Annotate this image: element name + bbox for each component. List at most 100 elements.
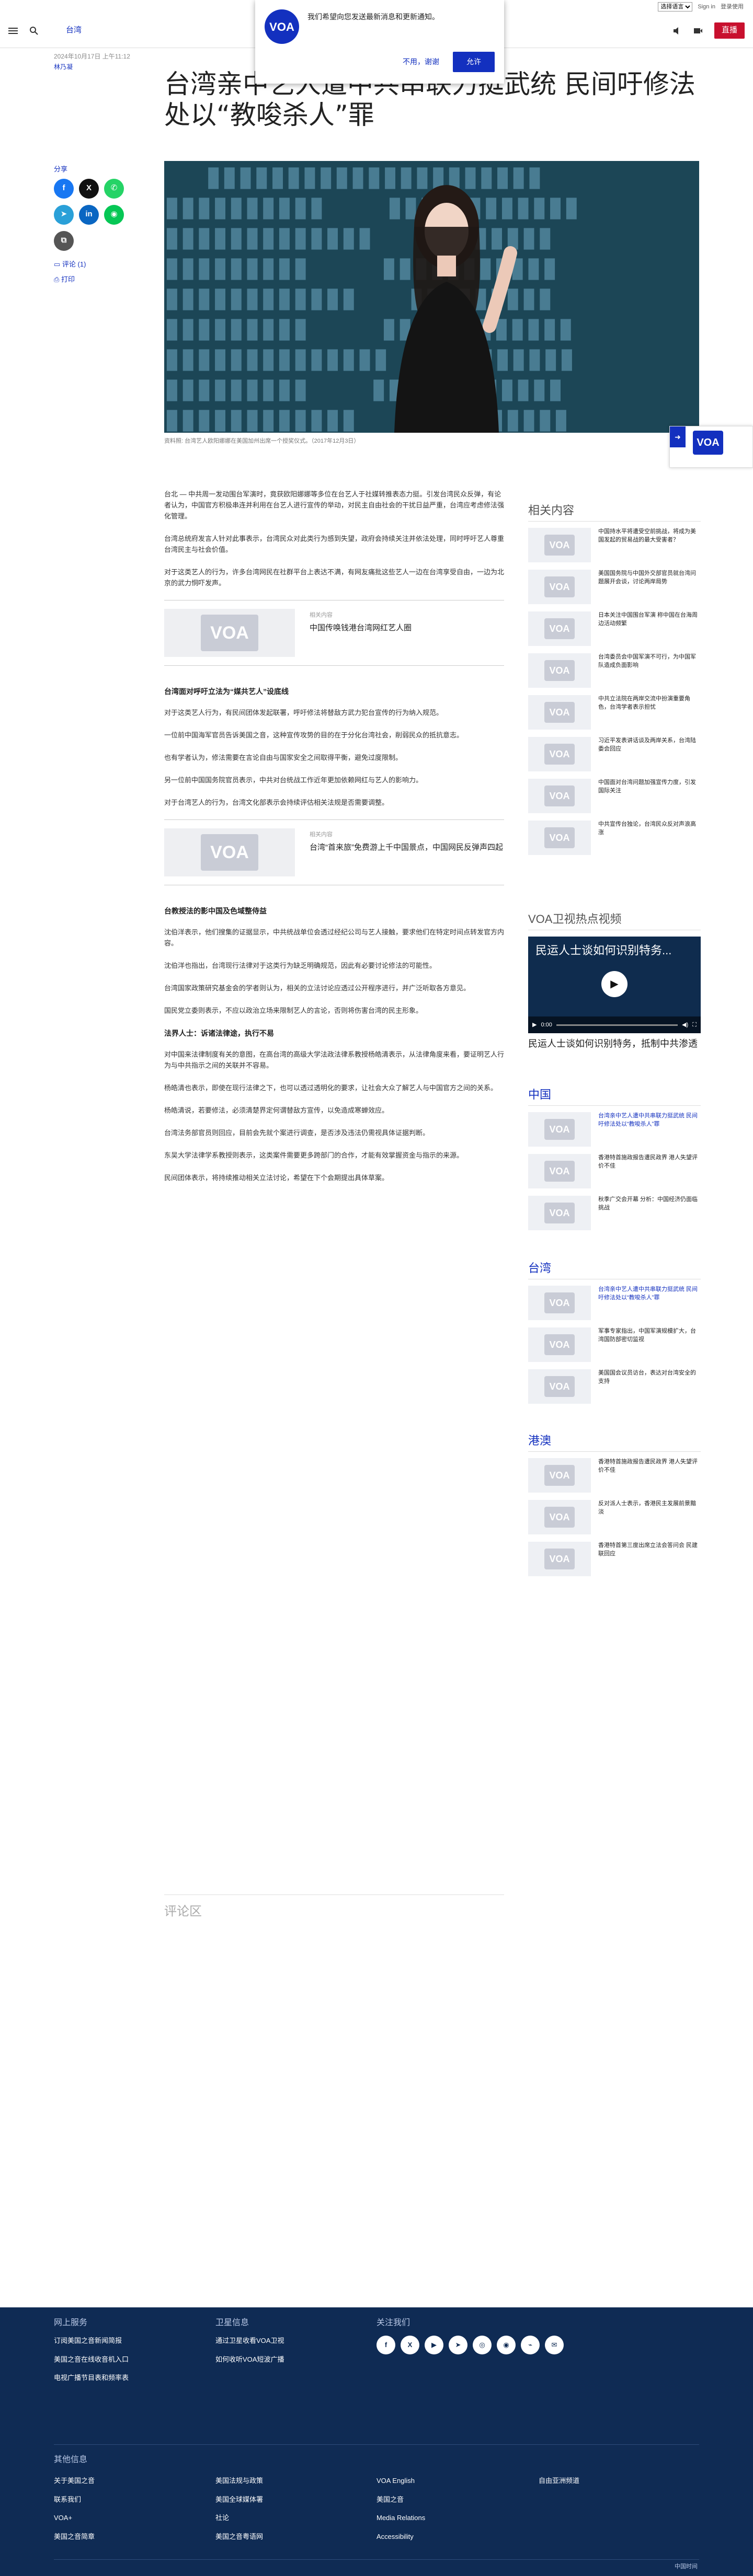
x-icon[interactable]: X [401,2336,419,2354]
line-icon[interactable]: ◉ [104,204,124,225]
video-player[interactable]: 民运人士谈如何识别特务... ▶ ▶ 0:00 ◀) ⛶ [528,937,701,1033]
copy-link-icon[interactable]: ⧉ [54,230,74,251]
item-title[interactable]: 台湾委员会中国军演不可行，为中国军队造成负面影响 [598,653,701,670]
section-link-taiwan[interactable]: 台湾 [66,25,82,37]
sidebar-heading[interactable]: 中国 [528,1086,701,1106]
live-button[interactable]: 直播 [714,22,745,39]
facebook-icon[interactable]: f [54,178,74,199]
youtube-icon[interactable]: ▶ [425,2336,443,2354]
instagram-icon[interactable]: ◎ [473,2336,492,2354]
related-title[interactable]: 台湾“首来旅”免费游上千中国景点，中国网民反弹声四起 [310,842,503,853]
item-title[interactable]: 中共宣传台独论，台湾民众反对声浪高涨 [598,821,701,837]
footer-link[interactable]: Accessibility [376,2532,425,2542]
telegram-icon[interactable]: ➤ [449,2336,467,2354]
article-meta: 2024年10月17日 上午11:12 林乃凝 [54,51,130,73]
related-card[interactable]: VOA 相关内容 台湾“首来旅”免费游上千中国景点，中国网民反弹声四起 [164,819,504,886]
sidebar-list-item[interactable]: VOA 中共宣传台独论，台湾民众反对声浪高涨 [528,821,701,855]
footer-link[interactable]: 社论 [215,2513,263,2523]
item-title[interactable]: 反对派人士表示，香港民主发展前景黯淡 [598,1500,701,1517]
sidebar-list-item[interactable]: VOA 台湾委员会中国军演不可行，为中国军队造成负面影响 [528,653,701,688]
item-title[interactable]: 秋季广交会开幕 分析：中国经济仍面临挑战 [598,1196,701,1212]
item-title[interactable]: 台湾亲中艺人遭中共串联力挺武统 民间吁修法处以“教唆杀人”罪 [598,1286,701,1302]
footer-link[interactable]: 通过卫星收看VOA卫视 [215,2336,284,2346]
sidebar-list-item[interactable]: VOA 军事专家指出，中国军演规模扩大，台湾国防部密切监视 [528,1327,701,1362]
footer-link[interactable]: 美国之音粤语网 [215,2532,263,2542]
item-title[interactable]: 香港特首第三度出席立法会答问会 民建联回应 [598,1542,701,1558]
floating-tab[interactable]: ➜ VOA [669,426,753,468]
audio-icon[interactable] [672,26,682,36]
sidebar-list-item[interactable]: VOA 中国持水平将遭受空前挑战，将成为美国发起的贸易战的最大受害者？ [528,528,701,562]
sidebar-list-item[interactable]: VOA 美国国务院与中国外交部官员就台湾问题展开会谈，讨论两岸局势 [528,570,701,604]
progress-bar[interactable] [556,1024,678,1026]
podcast-icon[interactable]: ◉ [497,2336,516,2354]
language-select[interactable]: 选择语言 [658,2,693,11]
video-icon[interactable] [693,26,703,36]
search-icon[interactable] [29,26,39,36]
footer-link[interactable]: 美国法规与政策 [215,2476,263,2486]
subheading: 台教授法的影中国及色域整侍益 [164,907,267,916]
sidebar-list-item[interactable]: VOA 香港特首施政报告遭民政界 港人失望评价不佳 [528,1458,701,1493]
item-title[interactable]: 香港特首施政报告遭民政界 港人失望评价不佳 [598,1154,701,1171]
item-title[interactable]: 中国持水平将遭受空前挑战，将成为美国发起的贸易战的最大受害者？ [598,528,701,545]
profile-link[interactable]: 登录使用 [721,3,744,11]
item-title[interactable]: 台湾亲中艺人遭中共串联力挺武统 民间吁修法处以“教唆杀人”罪 [598,1112,701,1129]
related-title[interactable]: 中国传唤钱港台湾网红艺人圈 [310,622,412,633]
whatsapp-icon[interactable]: ✆ [104,178,124,199]
sidebar-list-item[interactable]: VOA 秋季广交会开幕 分析：中国经济仍面临挑战 [528,1196,701,1230]
play-icon[interactable]: ▶ [601,971,628,997]
footer-link[interactable]: 电视广播节目表和频率表 [54,2373,129,2383]
footer-link[interactable]: 联系我们 [54,2494,95,2505]
footer-link[interactable]: VOA+ [54,2513,95,2523]
rss-icon[interactable]: ⌁ [521,2336,540,2354]
email-icon[interactable]: ✉ [545,2336,564,2354]
sidebar-list-item[interactable]: VOA 中共立法院在两岸交流中扮演重要角色，台湾学者表示担忧 [528,695,701,730]
related-card[interactable]: VOA 相关内容 中国传唤钱港台湾网红艺人圈 [164,600,504,666]
footer-link[interactable]: 美国之音 [376,2494,425,2505]
sidebar-list-item[interactable]: VOA 日本关注中国围台军演 称中国在台海周边活动频繁 [528,611,701,646]
sidebar-list-item[interactable]: VOA 台湾亲中艺人遭中共串联力挺武统 民间吁修法处以“教唆杀人”罪 [528,1112,701,1147]
footer-link[interactable]: 订阅美国之音新闻简报 [54,2336,129,2346]
item-title[interactable]: 军事专家指出，中国军演规模扩大，台湾国防部密切监视 [598,1327,701,1344]
sidebar-heading[interactable]: 台湾 [528,1260,701,1279]
footer-link[interactable]: 自由亚洲频道 [539,2476,579,2486]
allow-button[interactable]: 允许 [453,52,495,72]
print-link[interactable]: ⎙ 打印 [54,274,143,285]
sidebar-list-item[interactable]: VOA 习近平发表讲话谈及两岸关系，台湾陆委会回应 [528,737,701,771]
item-title[interactable]: 香港特首施政报告遭民政界 港人失望评价不佳 [598,1458,701,1475]
telegram-icon[interactable]: ➤ [54,204,74,225]
arrow-right-icon[interactable]: ➜ [670,426,686,447]
item-thumbnail: VOA [528,1542,591,1576]
x-icon[interactable]: X [79,178,99,199]
item-title[interactable]: 美国国务院与中国外交部官员就台湾问题展开会谈，讨论两岸局势 [598,570,701,586]
item-title[interactable]: 日本关注中国围台军演 称中国在台海周边活动频繁 [598,611,701,628]
item-title[interactable]: 习近平发表讲话谈及两岸关系，台湾陆委会回应 [598,737,701,754]
signin-link[interactable]: Sign in [698,3,715,11]
item-title[interactable]: 美国国会议员访台，表达对台湾安全的支持 [598,1369,701,1386]
item-title[interactable]: 中共立法院在两岸交流中扮演重要角色，台湾学者表示担忧 [598,695,701,712]
sidebar-list-item[interactable]: VOA 美国国会议员访台，表达对台湾安全的支持 [528,1369,701,1404]
footer-link[interactable]: 美国之音在线收音机入口 [54,2354,129,2365]
footer-link[interactable]: VOA English [376,2476,425,2486]
footer-link[interactable]: 美国之音简章 [54,2532,95,2542]
author-link[interactable]: 林乃凝 [54,62,130,72]
video-caption[interactable]: 民运人士谈如何识别特务，抵制中共渗透 [528,1037,701,1050]
footer-link[interactable]: Media Relations [376,2513,425,2523]
footer-link[interactable]: 如何收听VOA短波广播 [215,2354,284,2365]
sidebar-heading[interactable]: 港澳 [528,1432,701,1452]
sidebar-list-item[interactable]: VOA 香港特首第三度出席立法会答问会 民建联回应 [528,1542,701,1576]
decline-button[interactable]: 不用，谢谢 [396,52,446,72]
item-title[interactable]: 中国面对台湾问题加强宣传力度，引发国际关注 [598,779,701,795]
sidebar-list-item[interactable]: VOA 反对派人士表示，香港民主发展前景黯淡 [528,1500,701,1534]
facebook-icon[interactable]: f [376,2336,395,2354]
linkedin-icon[interactable]: in [79,204,99,225]
sidebar-list-item[interactable]: VOA 中国面对台湾问题加强宣传力度，引发国际关注 [528,779,701,813]
comments-link[interactable]: ▭ 评论 (1) [54,259,143,270]
volume-icon[interactable]: ◀) [682,1021,688,1030]
footer-link[interactable]: 美国全球媒体署 [215,2494,263,2505]
play-small-icon[interactable]: ▶ [532,1021,537,1030]
footer-link[interactable]: 关于美国之音 [54,2476,95,2486]
sidebar-list-item[interactable]: VOA 香港特首施政报告遭民政界 港人失望评价不佳 [528,1154,701,1188]
fullscreen-icon[interactable]: ⛶ [692,1021,697,1030]
menu-icon[interactable] [8,26,18,36]
sidebar-list-item[interactable]: VOA 台湾亲中艺人遭中共串联力挺武统 民间吁修法处以“教唆杀人”罪 [528,1286,701,1320]
